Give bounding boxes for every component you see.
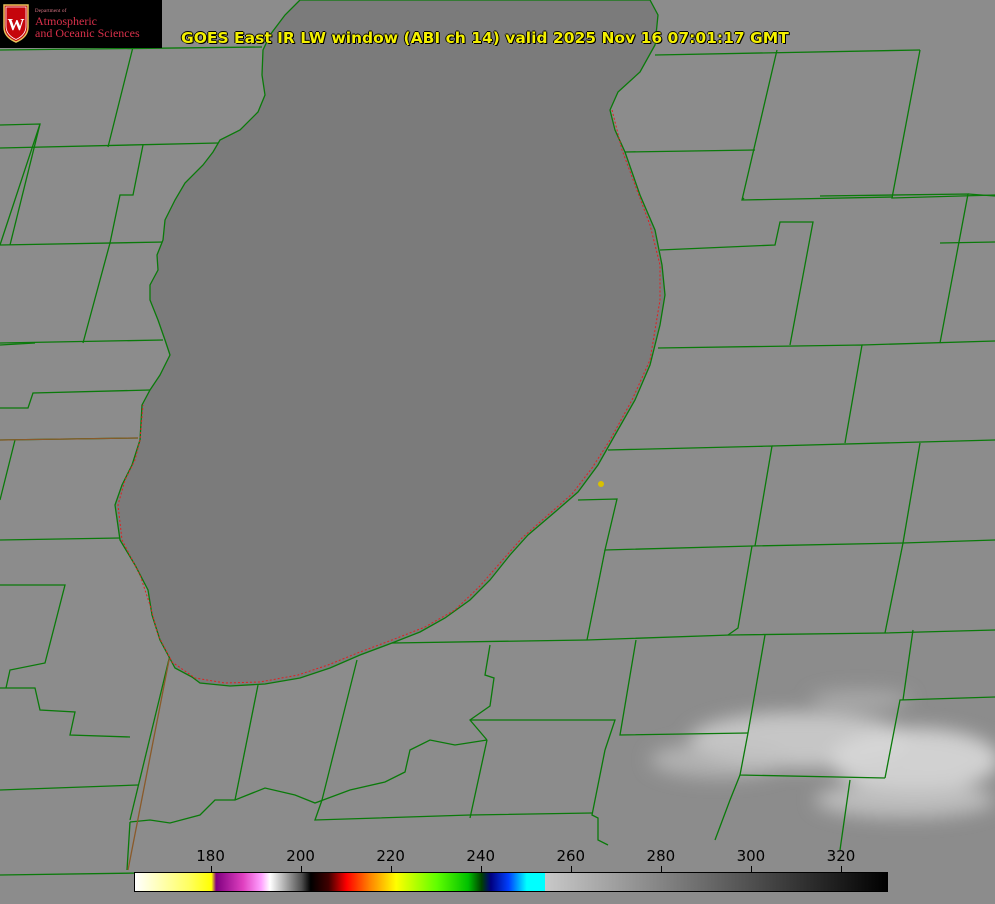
logo-line2: and Oceanic Sciences — [35, 26, 140, 40]
image-title: GOES East IR LW window (ABI ch 14) valid… — [181, 29, 789, 47]
colorbar-tick-mark — [210, 866, 212, 872]
colorbar-tick-mark — [660, 866, 662, 872]
colorbar-tick-label: 220 — [376, 847, 405, 865]
colorbar-tick-label: 320 — [826, 847, 856, 865]
colorbar-tick-label: 280 — [646, 847, 676, 865]
map-canvas — [0, 0, 995, 904]
colorbar-tick-label: 260 — [556, 847, 586, 865]
colorbar-tick-mark — [750, 866, 752, 872]
colorbar-tick-mark — [840, 866, 842, 872]
colorbar-tick-label: 300 — [736, 847, 766, 865]
colorbar-tick-mark — [390, 866, 392, 872]
colorbar-tick-label: 200 — [286, 847, 315, 865]
colorbar-tick-mark — [570, 866, 572, 872]
uw-seal-icon: W — [3, 4, 29, 43]
aos-logo: W Department of Atmospheric and Oceanic … — [0, 0, 162, 48]
colorbar-tick-mark — [480, 866, 482, 872]
colorbar-tick-label: 240 — [466, 847, 496, 865]
colorbar-tick-mark — [300, 866, 302, 872]
svg-text:W: W — [8, 15, 25, 34]
temperature-colorbar — [134, 872, 888, 892]
colorbar-tick-label: 180 — [196, 847, 225, 865]
satellite-map-view: W Department of Atmospheric and Oceanic … — [0, 0, 995, 904]
location-marker — [598, 481, 604, 487]
